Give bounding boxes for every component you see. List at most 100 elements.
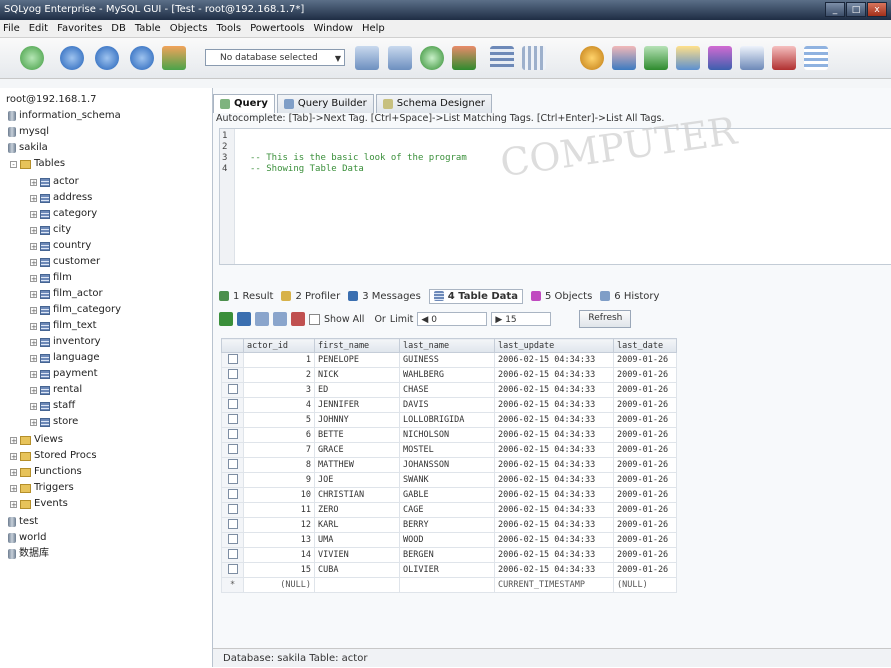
tree-table-inventory[interactable]: + inventory <box>30 334 101 350</box>
minimize-button[interactable]: _ <box>825 2 845 17</box>
table-cell[interactable]: 2006-02-15 04:34:33 <box>494 352 614 368</box>
table-cell[interactable]: GUINESS <box>399 352 495 368</box>
tab-query[interactable]: Query <box>213 94 275 113</box>
table-cell[interactable]: 3 <box>243 382 315 398</box>
refresh-button[interactable]: Refresh <box>579 310 632 328</box>
row-checkbox-cell[interactable] <box>221 547 244 563</box>
table-cell[interactable]: BERGEN <box>399 547 495 563</box>
tab-history[interactable]: 6 History <box>600 291 659 302</box>
table-cell[interactable]: MOSTEL <box>399 442 495 458</box>
table-cell[interactable]: 2009-01-26 <box>613 547 677 563</box>
delete-row-icon[interactable] <box>273 312 287 326</box>
menu-powertools[interactable]: Powertools <box>250 20 304 37</box>
table-cell[interactable]: BETTE <box>314 427 400 443</box>
table-row[interactable]: 5 JOHNNY LOLLOBRIGIDA 2006-02-15 04:34:33 20… <box>221 412 677 428</box>
table-cell[interactable]: 2009-01-26 <box>613 562 677 578</box>
table-row[interactable]: 15 CUBA OLIVIER 2006-02-15 04:34:33 2009-01-… <box>221 562 677 578</box>
sync-icon[interactable] <box>420 46 444 70</box>
expand-icon[interactable]: + <box>30 274 37 282</box>
new-connection-icon[interactable] <box>162 46 186 70</box>
row-checkbox-cell[interactable] <box>221 532 244 548</box>
table-cell[interactable]: 11 <box>243 502 315 518</box>
row-checkbox[interactable] <box>227 458 238 469</box>
table-cell[interactable]: 15 <box>243 562 315 578</box>
expand-icon[interactable]: + <box>10 436 17 444</box>
table-cell[interactable] <box>314 577 400 593</box>
tree-folder-triggers[interactable]: + Triggers <box>10 480 74 496</box>
expand-icon[interactable]: + <box>30 258 37 266</box>
row-checkbox[interactable] <box>227 428 238 439</box>
tab-result[interactable]: 1 Result <box>219 291 273 302</box>
duplicate-row-icon[interactable] <box>255 312 269 326</box>
menu-favorites[interactable]: Favorites <box>57 20 102 37</box>
tree-table-customer[interactable]: + customer <box>30 254 100 270</box>
table-row[interactable]: 6 BETTE NICHOLSON 2006-02-15 04:34:33 2009-0… <box>221 427 677 443</box>
expand-icon[interactable]: + <box>30 418 37 426</box>
tree-db-test[interactable]: test <box>8 514 38 530</box>
tree-folder-functions[interactable]: + Functions <box>10 464 82 480</box>
row-checkbox[interactable] <box>227 413 238 424</box>
table-cell[interactable]: 6 <box>243 427 315 443</box>
report-icon[interactable] <box>772 46 796 70</box>
column-header[interactable]: last_name <box>399 338 495 353</box>
table-cell[interactable]: JOHNNY <box>314 412 400 428</box>
table-cell[interactable]: 2009-01-26 <box>613 367 677 383</box>
row-checkbox-cell[interactable] <box>221 472 244 488</box>
row-checkbox[interactable] <box>227 548 238 559</box>
table-cell[interactable]: 2006-02-15 04:34:33 <box>494 547 614 563</box>
table-cell[interactable]: 2006-02-15 04:34:33 <box>494 412 614 428</box>
row-checkbox-cell[interactable] <box>221 502 244 518</box>
table-row[interactable]: 9 JOE SWANK 2006-02-15 04:34:33 2009-01-26 <box>221 472 677 488</box>
email-icon[interactable] <box>740 46 764 70</box>
database-selector[interactable]: No database selected ▼ <box>205 49 345 66</box>
row-checkbox-cell[interactable] <box>221 352 244 368</box>
tree-table-film[interactable]: + film <box>30 270 72 286</box>
table-cell[interactable]: 1 <box>243 352 315 368</box>
expand-icon[interactable]: + <box>10 500 17 508</box>
row-checkbox-cell[interactable] <box>221 562 244 578</box>
table-cell[interactable]: 2006-02-15 04:34:33 <box>494 562 614 578</box>
row-checkbox[interactable] <box>227 488 238 499</box>
row-checkbox-cell[interactable] <box>221 517 244 533</box>
expand-icon[interactable]: + <box>30 290 37 298</box>
table-cell[interactable]: 2009-01-26 <box>613 487 677 503</box>
table-cell[interactable]: JENNIFER <box>314 397 400 413</box>
table-cell[interactable]: GABLE <box>399 487 495 503</box>
menu-table[interactable]: Table <box>135 20 161 37</box>
expand-icon[interactable]: + <box>30 370 37 378</box>
table-cell[interactable]: CHRISTIAN <box>314 487 400 503</box>
table-cell[interactable]: OLIVIER <box>399 562 495 578</box>
expand-icon[interactable]: + <box>30 338 37 346</box>
expand-icon[interactable]: + <box>10 484 17 492</box>
table-row[interactable]: 10 CHRISTIAN GABLE 2006-02-15 04:34:33 2009-… <box>221 487 677 503</box>
table-cell[interactable]: PENELOPE <box>314 352 400 368</box>
show-all-checkbox[interactable] <box>309 313 320 325</box>
table-cell[interactable]: 14 <box>243 547 315 563</box>
menu-edit[interactable]: Edit <box>29 20 48 37</box>
table-cell[interactable]: 2009-01-26 <box>613 442 677 458</box>
tree-db-world[interactable]: world <box>8 530 47 546</box>
tree-folder-stored-procs[interactable]: + Stored Procs <box>10 448 97 464</box>
menu-tools[interactable]: Tools <box>216 20 241 37</box>
expand-icon[interactable]: + <box>30 210 37 218</box>
tree-table-country[interactable]: + country <box>30 238 91 254</box>
schema-icon[interactable] <box>522 46 546 70</box>
expand-icon[interactable]: + <box>30 178 37 186</box>
row-checkbox[interactable] <box>227 443 238 454</box>
table-cell[interactable]: CURRENT_TIMESTAMP <box>494 577 614 593</box>
table-cell[interactable]: 2009-01-26 <box>613 412 677 428</box>
limit-count-input[interactable]: ▶ 15 <box>491 312 552 326</box>
table-data-icon[interactable] <box>490 46 514 70</box>
tree-table-city[interactable]: + city <box>30 222 71 238</box>
table-cell[interactable]: 2006-02-15 04:34:33 <box>494 532 614 548</box>
menu-db[interactable]: DB <box>111 20 126 37</box>
query-builder-icon[interactable] <box>804 46 828 70</box>
tree-folder-tables[interactable]: - Tables <box>10 156 65 172</box>
table-cell[interactable]: 2006-02-15 04:34:33 <box>494 382 614 398</box>
table-cell[interactable]: 2006-02-15 04:34:33 <box>494 457 614 473</box>
table-row[interactable]: 13 UMA WOOD 2006-02-15 04:34:33 2009-01-26 <box>221 532 677 548</box>
row-checkbox-cell[interactable] <box>221 427 244 443</box>
table-cell[interactable] <box>399 577 495 593</box>
scheduler-icon[interactable] <box>644 46 668 70</box>
table-row[interactable]: 1 PENELOPE GUINESS 2006-02-15 04:34:33 2009-… <box>221 352 677 368</box>
